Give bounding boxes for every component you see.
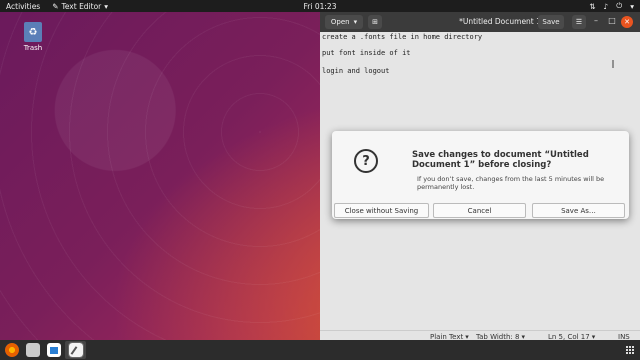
question-icon: ? — [354, 149, 378, 173]
open-button[interactable]: Open ▾ — [325, 15, 363, 29]
show-apps-icon[interactable] — [626, 346, 634, 354]
save-button[interactable]: Save — [538, 15, 564, 29]
chevron-down-icon: ▾ — [630, 1, 634, 11]
minimize-icon: – — [594, 16, 598, 25]
maximize-icon: □ — [608, 16, 616, 25]
save-changes-dialog: ? Save changes to document “Untitled Doc… — [332, 131, 629, 219]
header-bar: Open ▾ ⊞ *Untitled Document 1 Save ☰ – □… — [320, 12, 640, 32]
new-tab-button[interactable]: ⊞ — [368, 15, 382, 29]
trash-icon: ♻ — [24, 22, 42, 42]
cancel-button[interactable]: Cancel — [433, 203, 526, 218]
chevron-down-icon: ▾ — [104, 1, 109, 11]
network-icon: ⇅ — [589, 1, 596, 11]
files-icon[interactable] — [26, 343, 40, 357]
firefox-icon[interactable] — [5, 343, 19, 357]
app-menu[interactable]: ✎ Text Editor ▾ — [52, 2, 108, 11]
writer-icon[interactable] — [47, 343, 61, 357]
desktop-trash[interactable]: ♻ Trash — [18, 22, 48, 52]
clock[interactable]: Fri 01:23 — [304, 2, 337, 11]
minimize-button[interactable]: – — [590, 16, 602, 28]
text-editor-small-icon: ✎ — [52, 1, 59, 11]
maximize-button[interactable]: □ — [606, 16, 618, 28]
trash-label: Trash — [23, 44, 43, 52]
dialog-message: If you don’t save, changes from the last… — [417, 175, 605, 191]
close-without-saving-button[interactable]: Close without Saving — [334, 203, 429, 218]
power-icon: ⏻ — [616, 1, 623, 10]
system-tray[interactable]: ⇅ ♪ ⏻ ▾ — [589, 1, 634, 11]
close-icon: ✕ — [624, 18, 630, 26]
dialog-title: Save changes to document “Untitled Docum… — [412, 150, 589, 170]
save-as-button[interactable]: Save As… — [532, 203, 625, 218]
dock — [0, 340, 640, 360]
new-tab-icon: ⊞ — [372, 18, 378, 26]
text-editor-icon[interactable] — [68, 342, 84, 358]
chevron-down-icon: ▾ — [353, 18, 358, 26]
open-label: Open — [330, 18, 350, 26]
hamburger-icon: ☰ — [575, 18, 583, 26]
close-button[interactable]: ✕ — [621, 16, 633, 28]
volume-icon: ♪ — [603, 1, 609, 11]
app-menu-label: Text Editor — [61, 1, 102, 11]
activities-button[interactable]: Activities — [6, 2, 40, 11]
hamburger-menu-button[interactable]: ☰ — [572, 15, 586, 29]
top-bar: Activities ✎ Text Editor ▾ Fri 01:23 ⇅ ♪… — [0, 0, 640, 12]
